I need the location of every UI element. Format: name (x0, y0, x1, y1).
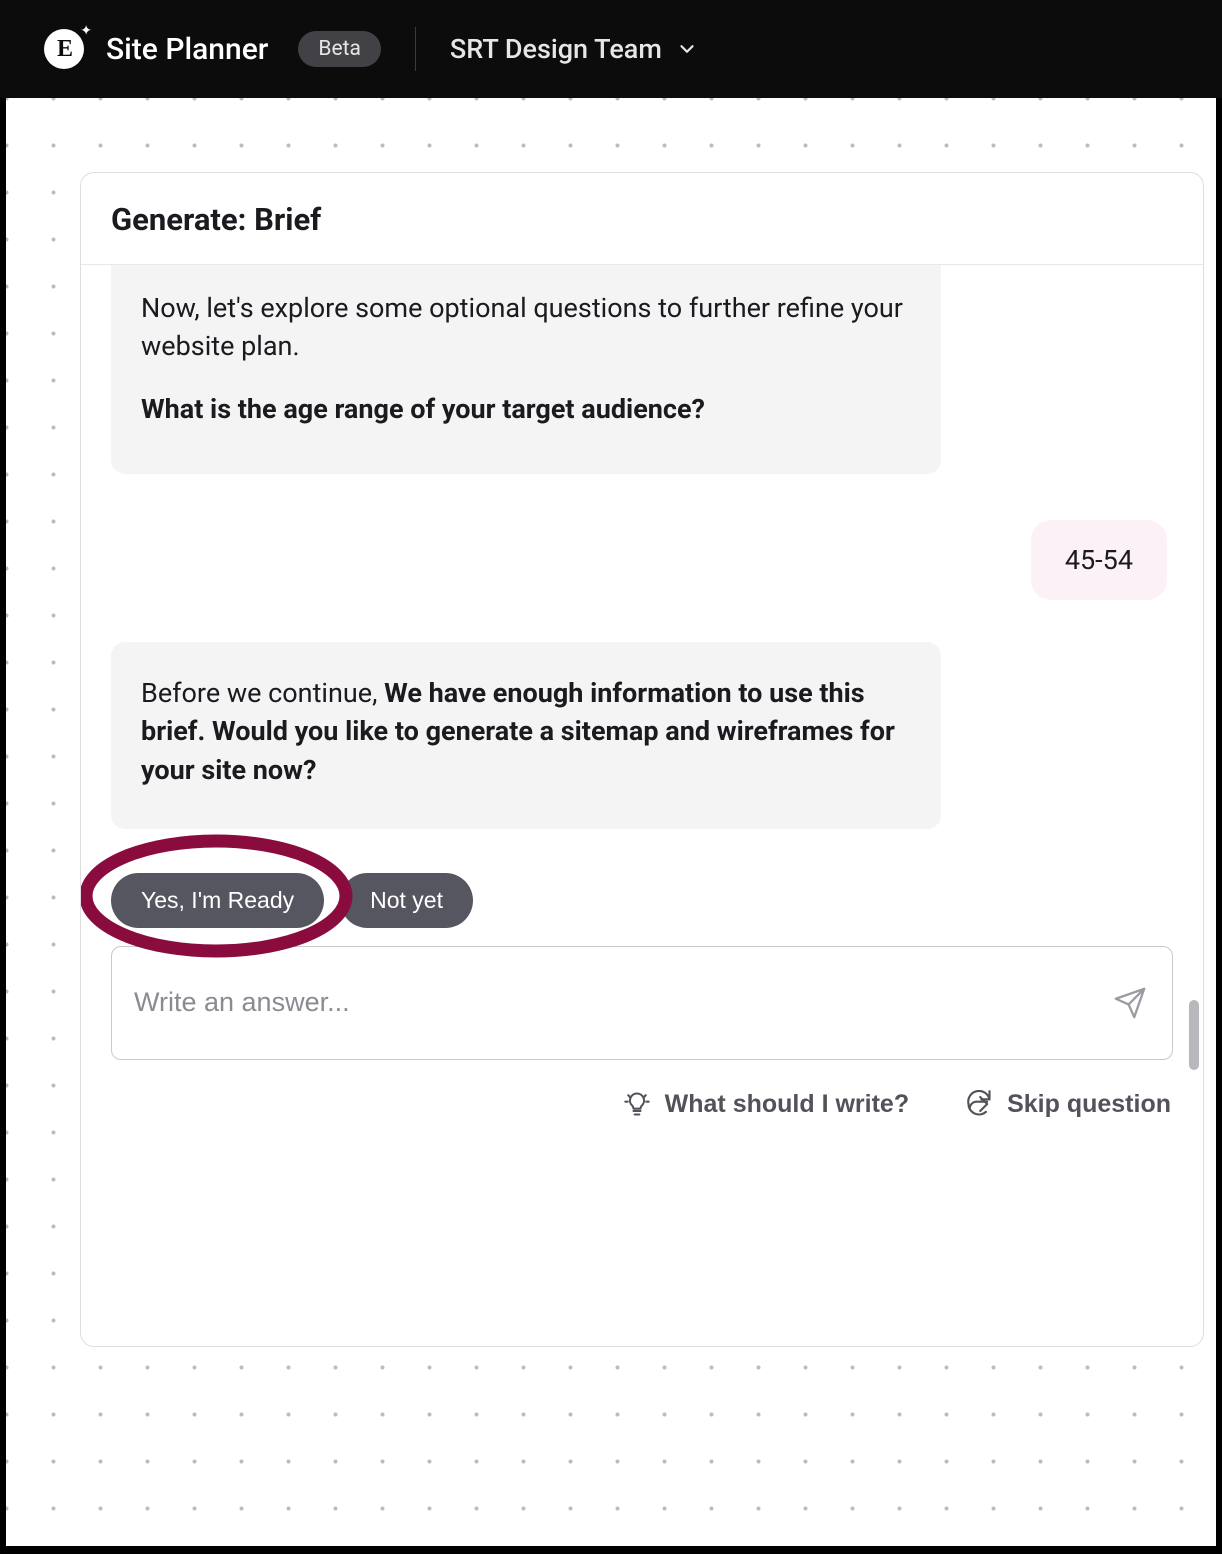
scrollbar-track[interactable] (1189, 281, 1199, 1330)
elementor-logo-icon: E ✦ (44, 29, 84, 69)
ai-message-2: Before we continue, We have enough infor… (111, 642, 941, 829)
team-selector[interactable]: SRT Design Team (450, 33, 698, 65)
card-header: Generate: Brief (81, 173, 1203, 265)
logo: E ✦ Site Planner Beta (44, 29, 381, 69)
skip-label: Skip question (1007, 1090, 1171, 1119)
hint-button[interactable]: What should I write? (623, 1090, 909, 1119)
paper-plane-icon (1113, 986, 1147, 1020)
canvas-outer: Generate: Brief Now, let's explore some … (6, 98, 1216, 1546)
quick-replies: Yes, I'm Ready Not yet (111, 873, 1173, 928)
card-title: Generate: Brief (111, 201, 1173, 238)
yes-ready-button[interactable]: Yes, I'm Ready (111, 873, 324, 928)
ai-text: Now, let's explore some optional questio… (141, 289, 911, 366)
ai-question: What is the age range of your target aud… (141, 393, 705, 425)
divider (415, 27, 416, 71)
app-title: Site Planner (106, 32, 268, 67)
answer-input[interactable] (134, 987, 1110, 1018)
send-button[interactable] (1110, 983, 1150, 1023)
scrollbar-thumb[interactable] (1189, 1000, 1199, 1070)
lightbulb-icon (623, 1090, 651, 1118)
ai-message-1: Now, let's explore some optional questio… (111, 265, 941, 474)
hint-label: What should I write? (665, 1090, 909, 1119)
sparkle-icon: ✦ (80, 23, 92, 39)
skip-button[interactable]: Skip question (965, 1090, 1171, 1119)
helper-row: What should I write? Skip question (111, 1090, 1173, 1143)
answer-input-row (111, 946, 1173, 1060)
generate-brief-card: Generate: Brief Now, let's explore some … (80, 172, 1204, 1347)
chat-body: Now, let's explore some optional questio… (81, 265, 1203, 1346)
top-bar: E ✦ Site Planner Beta SRT Design Team (0, 0, 1222, 98)
user-message: 45-54 (1031, 520, 1167, 600)
chevron-down-icon (676, 38, 698, 60)
ai2-prefix: Before we continue, (141, 677, 384, 709)
beta-badge: Beta (298, 31, 381, 67)
not-yet-button[interactable]: Not yet (340, 873, 473, 928)
skip-arrow-icon (965, 1090, 993, 1118)
team-name: SRT Design Team (450, 33, 662, 65)
